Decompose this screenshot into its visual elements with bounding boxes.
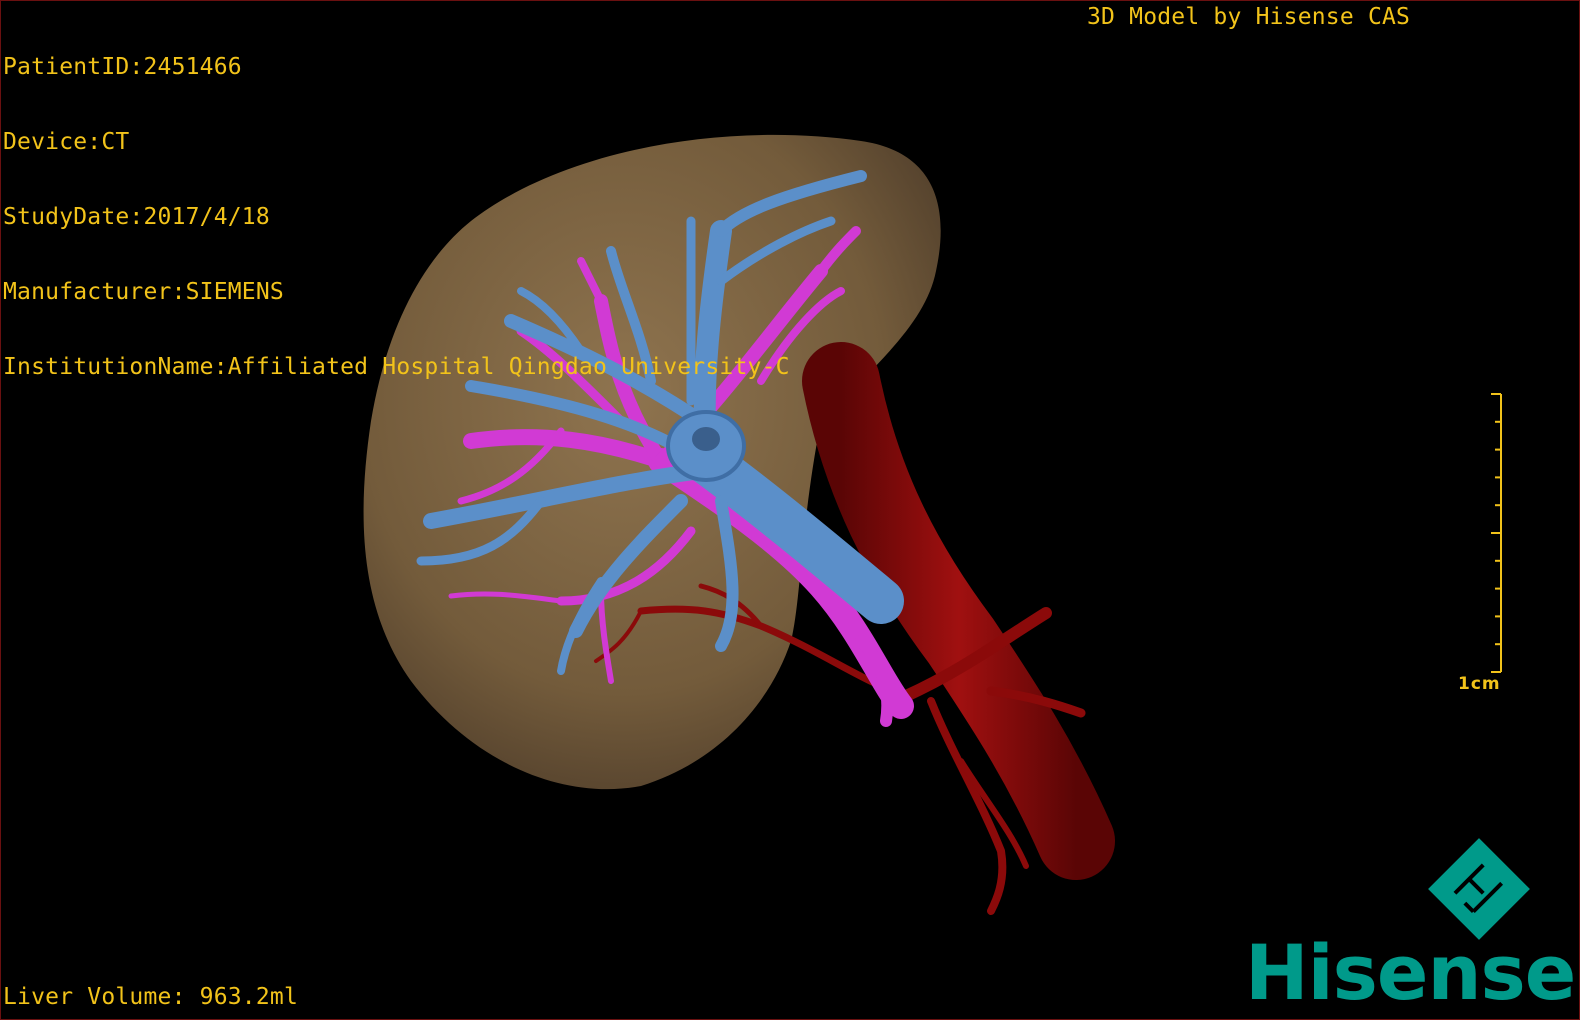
scale-bar (1491, 393, 1502, 673)
3d-viewport[interactable]: PatientID:2451466 Device:CT StudyDate:20… (0, 0, 1580, 1020)
liver-volume-text: Liver Volume: 963.2ml (3, 984, 298, 1010)
patient-metadata: PatientID:2451466 Device:CT StudyDate:20… (3, 5, 790, 430)
manufacturer-text: Manufacturer:SIEMENS (3, 279, 284, 305)
study-date-text: StudyDate:2017/4/18 (3, 204, 270, 230)
patient-id-text: PatientID:2451466 (3, 54, 242, 80)
hisense-diamond-logo-icon (1428, 838, 1530, 940)
scale-label: 1cm (1458, 674, 1501, 694)
model-credit-text: 3D Model by Hisense CAS (1087, 4, 1411, 30)
device-text: Device:CT (3, 129, 130, 155)
institution-text: InstitutionName:Affiliated Hospital Qing… (3, 354, 790, 380)
hisense-wordmark: Hisense (1245, 928, 1576, 1017)
